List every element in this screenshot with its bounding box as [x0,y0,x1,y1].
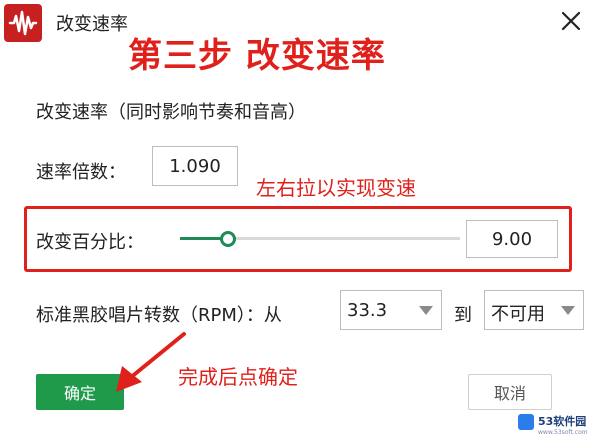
watermark-url: www.53soft.com [538,429,588,436]
audio-waveform-icon [8,10,38,36]
watermark: 53软件园 www.53soft.com [514,410,596,448]
rpm-to-label: 到 [454,305,472,326]
rpm-from-value: 33.3 [347,300,388,321]
percent-slider[interactable] [180,226,460,250]
red-arrow-icon [116,332,186,392]
app-icon [4,4,42,42]
cancel-button[interactable]: 取消 [468,374,552,410]
chevron-down-icon [419,306,433,315]
percent-change-input[interactable] [466,220,558,258]
rpm-label: 标准黑胶唱片转数（RPM）：从 [36,305,282,326]
percent-change-label: 改变百分比： [36,232,144,253]
watermark-logo-icon [518,414,534,430]
rpm-from-select[interactable]: 33.3 [340,290,442,330]
chevron-down-icon [561,306,575,315]
rpm-to-value: 不可用 [491,304,545,325]
step-annotation: 第三步 改变速率 [128,36,386,76]
close-icon [561,11,581,31]
section-heading: 改变速率（同时影响节奏和音高） [36,102,306,123]
rate-multiplier-input[interactable] [152,146,238,186]
confirm-hint-annotation: 完成后点确定 [178,365,298,389]
close-button[interactable] [556,6,586,36]
window-title: 改变速率 [56,14,128,35]
slider-thumb[interactable] [219,231,236,247]
rate-multiplier-label: 速率倍数： [36,162,126,183]
rpm-to-select[interactable]: 不可用 [484,290,584,330]
drag-hint-annotation: 左右拉以实现变速 [256,176,416,200]
watermark-text: 53软件园 [538,415,587,428]
